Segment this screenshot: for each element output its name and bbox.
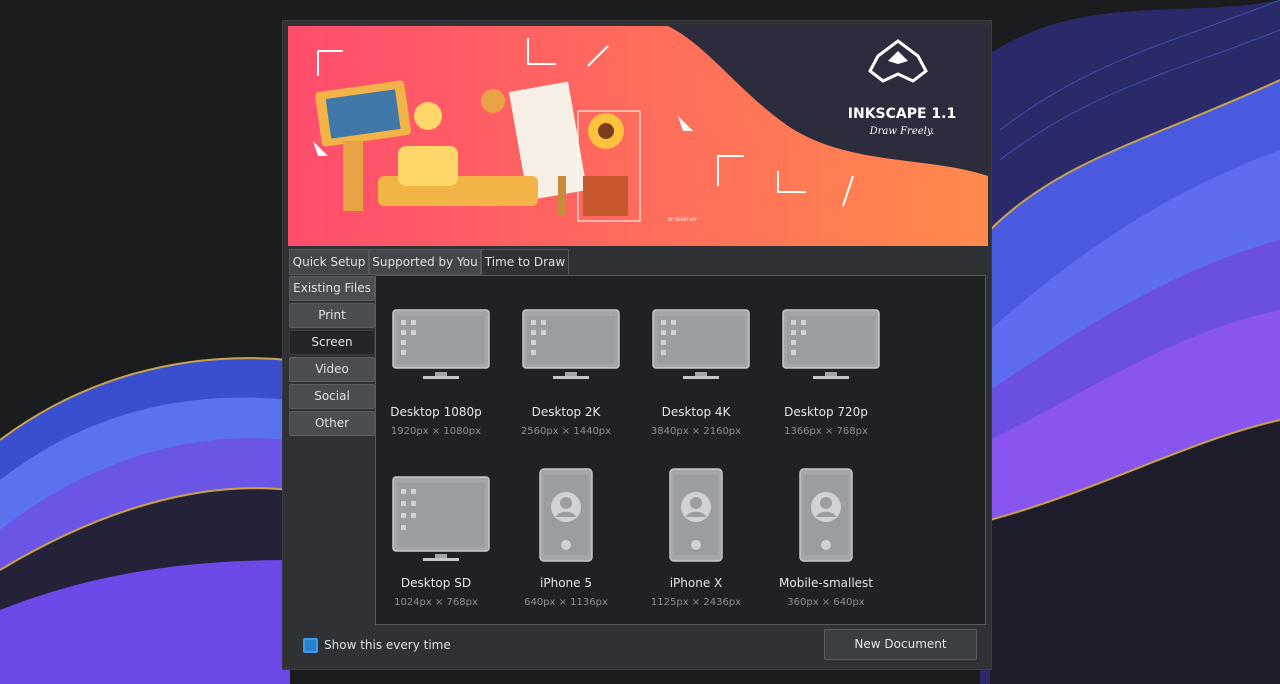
template-desktop-2k[interactable]: Desktop 2K 2560px × 1440px	[506, 296, 626, 446]
sidebar-item-print[interactable]: Print	[289, 303, 375, 328]
template-desktop-1080p[interactable]: Desktop 1080p 1920px × 1080px	[376, 296, 496, 446]
banner-credit: BY: DEANTUAY	[668, 217, 697, 222]
welcome-banner: INKSCAPE 1.1 Draw Freely. BY: DEANTUAY	[288, 26, 988, 246]
template-size: 640px × 1136px	[524, 597, 608, 608]
phone-icon	[539, 468, 593, 562]
phone-icon	[799, 468, 853, 562]
welcome-dialog: INKSCAPE 1.1 Draw Freely. BY: DEANTUAY Q…	[282, 20, 992, 670]
banner-title: INKSCAPE 1.1	[848, 106, 956, 122]
monitor-icon	[392, 309, 490, 379]
template-name: Desktop 4K	[661, 405, 731, 419]
template-name: Desktop SD	[400, 576, 472, 590]
banner-tagline: Draw Freely.	[869, 126, 935, 137]
template-name: Desktop 1080p	[390, 405, 482, 419]
sidebar-item-other[interactable]: Other	[289, 411, 375, 436]
monitor-icon	[652, 309, 750, 379]
monitor-icon	[522, 309, 620, 379]
template-size: 1920px × 1080px	[390, 426, 482, 437]
template-size: 360px × 640px	[787, 597, 865, 608]
show-every-time-label: Show this every time	[324, 638, 451, 652]
template-desktop-sd[interactable]: Desktop SD 1024px × 768px	[376, 467, 496, 617]
sidebar-item-existing-files[interactable]: Existing Files	[289, 276, 375, 301]
template-size: 1366px × 768px	[784, 426, 868, 437]
monitor-icon	[392, 476, 490, 561]
sidebar-item-video[interactable]: Video	[289, 357, 375, 382]
template-iphone-5[interactable]: iPhone 5 640px × 1136px	[506, 467, 626, 617]
template-size: 1125px × 2436px	[650, 597, 742, 608]
template-name: Desktop 2K	[531, 405, 601, 419]
checkbox-checked-icon[interactable]	[303, 637, 318, 653]
template-size: 1024px × 768px	[394, 597, 478, 608]
template-size: 2560px × 1440px	[520, 426, 612, 437]
show-every-time-checkbox[interactable]: Show this every time	[303, 636, 451, 654]
phone-icon	[669, 468, 723, 562]
template-name: iPhone X	[669, 576, 723, 590]
tab-quick-setup[interactable]: Quick Setup	[289, 249, 369, 275]
template-name: Mobile-smallest	[779, 576, 873, 590]
tab-time-to-draw[interactable]: Time to Draw	[481, 249, 569, 275]
template-desktop-720p[interactable]: Desktop 720p 1366px × 768px	[766, 296, 886, 446]
sidebar-item-screen[interactable]: Screen	[289, 330, 375, 355]
template-grid: Desktop 1080p 1920px × 1080px Desktop 2K…	[375, 275, 986, 625]
sidebar-item-social[interactable]: Social	[289, 384, 375, 409]
template-mobile-smallest[interactable]: Mobile-smallest 360px × 640px	[766, 467, 886, 617]
new-document-button[interactable]: New Document	[824, 629, 977, 660]
tab-supported-by-you[interactable]: Supported by You	[369, 249, 481, 275]
template-name: Desktop 720p	[784, 405, 868, 419]
template-name: iPhone 5	[540, 576, 592, 590]
template-size: 3840px × 2160px	[650, 426, 742, 437]
template-desktop-4k[interactable]: Desktop 4K 3840px × 2160px	[636, 296, 756, 446]
template-iphone-x[interactable]: iPhone X 1125px × 2436px	[636, 467, 756, 617]
monitor-icon	[782, 309, 880, 379]
